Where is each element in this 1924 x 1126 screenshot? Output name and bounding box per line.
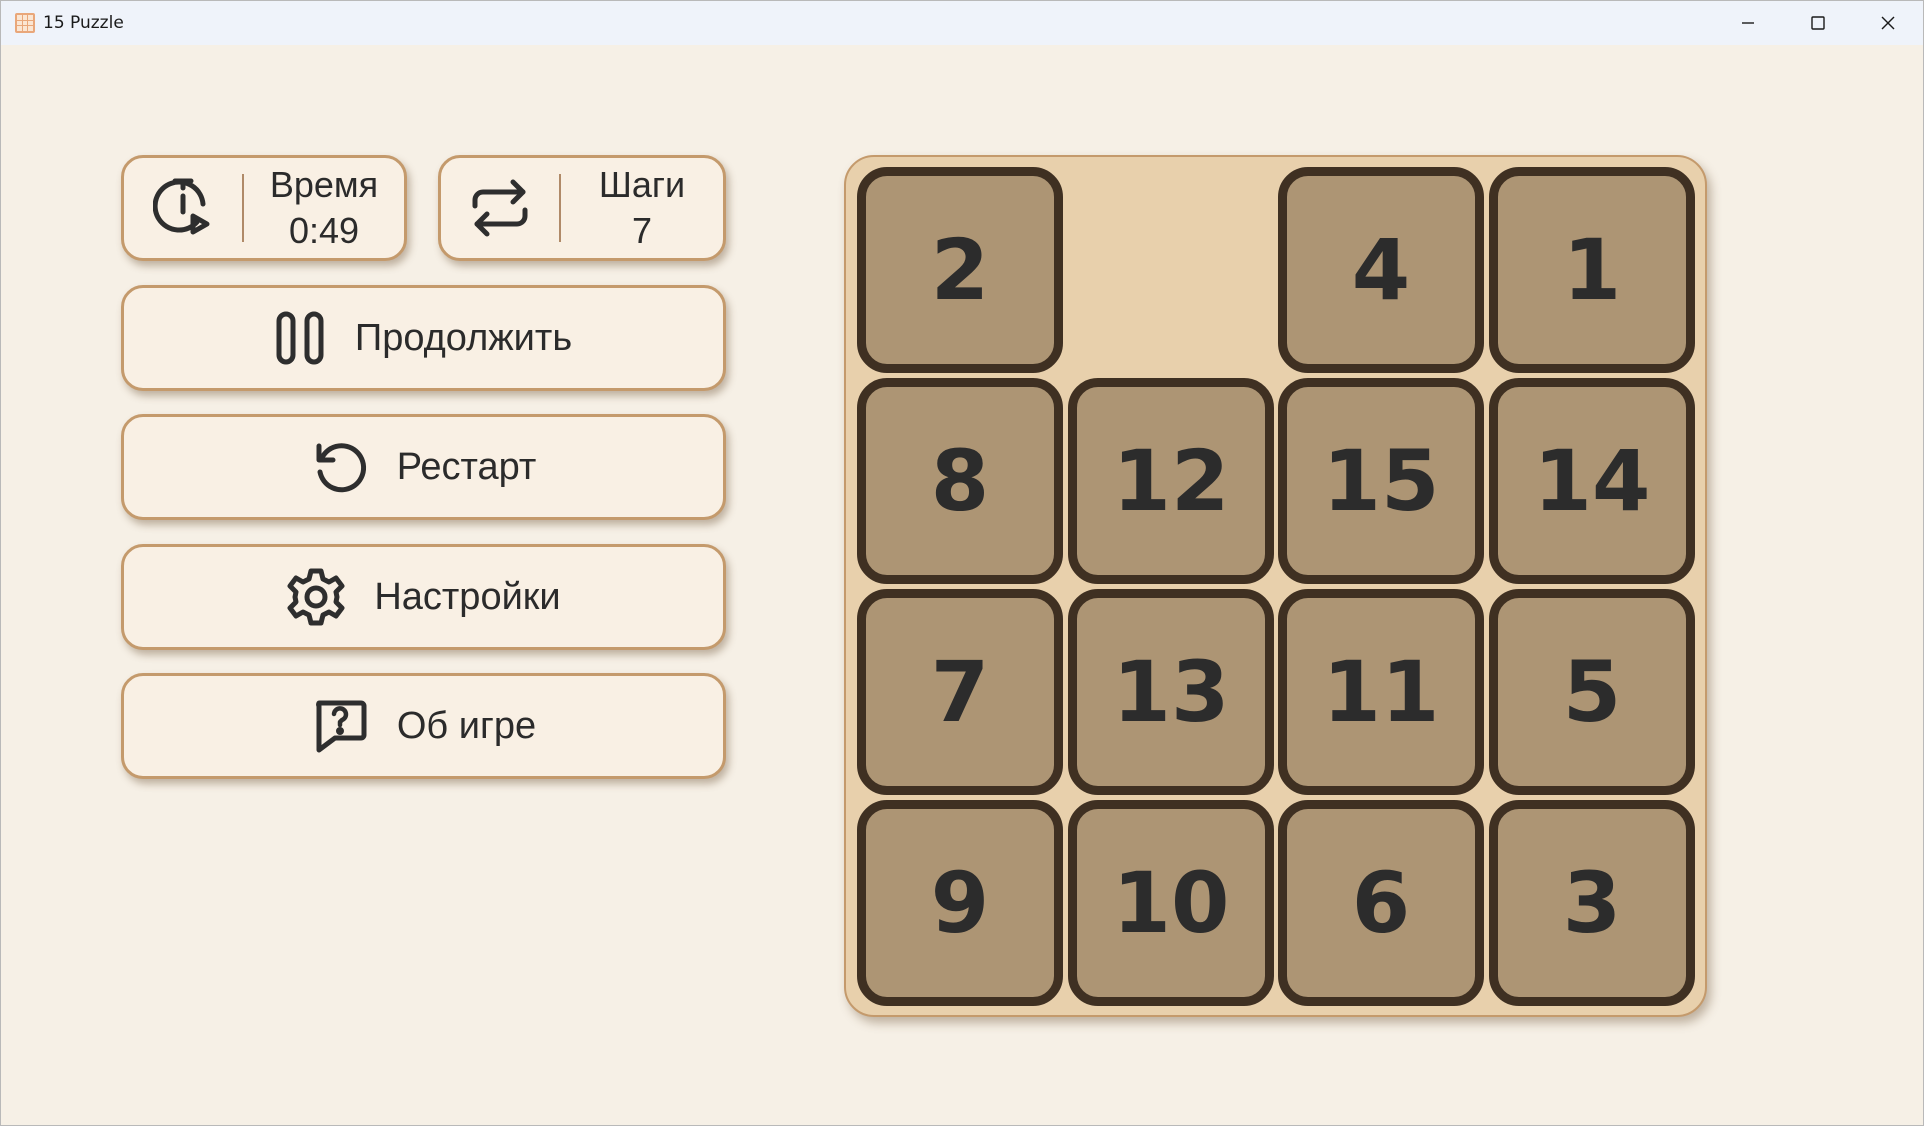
tile[interactable]: 6 — [1278, 800, 1484, 1006]
time-panel: Время 0:49 — [121, 155, 407, 261]
puzzle-board: 2 4 1 8 12 15 14 7 13 11 5 9 10 6 3 — [844, 155, 1707, 1017]
tile[interactable]: 11 — [1278, 589, 1484, 795]
tile[interactable]: 10 — [1068, 800, 1274, 1006]
title-bar[interactable]: 15 Puzzle — [1, 1, 1923, 45]
tile[interactable]: 7 — [857, 589, 1063, 795]
tile[interactable]: 4 — [1278, 167, 1484, 373]
restart-label: Рестарт — [396, 445, 537, 488]
app-grid-icon — [15, 13, 35, 33]
tile[interactable]: 1 — [1489, 167, 1695, 373]
restart-icon — [316, 443, 366, 493]
tile[interactable]: 9 — [857, 800, 1063, 1006]
tile[interactable]: 5 — [1489, 589, 1695, 795]
tile[interactable]: 3 — [1489, 800, 1695, 1006]
main-content: Время 0:49 Шаги 7 Продолжить Рестарт Нас… — [1, 45, 1923, 1125]
continue-label: Продолжить — [354, 316, 573, 359]
settings-button[interactable]: Настройки — [121, 544, 726, 650]
repeat-icon — [472, 179, 528, 237]
minimize-button[interactable] — [1713, 1, 1783, 45]
restart-button[interactable]: Рестарт — [121, 414, 726, 520]
tile[interactable]: 2 — [857, 167, 1063, 373]
window-title: 15 Puzzle — [43, 13, 124, 33]
app-window: 15 Puzzle Время 0:49 Шаги 7 Продолжить Р… — [0, 0, 1924, 1126]
help-chat-icon — [315, 700, 367, 753]
close-icon — [1881, 16, 1895, 30]
continue-button[interactable]: Продолжить — [121, 285, 726, 391]
tile[interactable]: 15 — [1278, 378, 1484, 584]
about-button[interactable]: Об игре — [121, 673, 726, 779]
close-button[interactable] — [1853, 1, 1923, 45]
time-value: 0:49 — [288, 210, 360, 251]
about-label: Об игре — [396, 704, 537, 747]
tile[interactable]: 14 — [1489, 378, 1695, 584]
steps-label: Шаги — [598, 164, 686, 205]
minimize-icon — [1742, 22, 1754, 24]
maximize-button[interactable] — [1783, 1, 1853, 45]
steps-value: 7 — [631, 210, 653, 251]
tile[interactable]: 8 — [857, 378, 1063, 584]
time-label: Время — [269, 164, 379, 205]
maximize-icon — [1811, 16, 1825, 30]
settings-label: Настройки — [374, 575, 561, 618]
tile[interactable]: 12 — [1068, 378, 1274, 584]
tile[interactable]: 13 — [1068, 589, 1274, 795]
steps-panel: Шаги 7 — [438, 155, 726, 261]
gear-icon — [287, 568, 345, 626]
pause-icon — [276, 311, 324, 365]
stopwatch-icon — [153, 178, 210, 235]
